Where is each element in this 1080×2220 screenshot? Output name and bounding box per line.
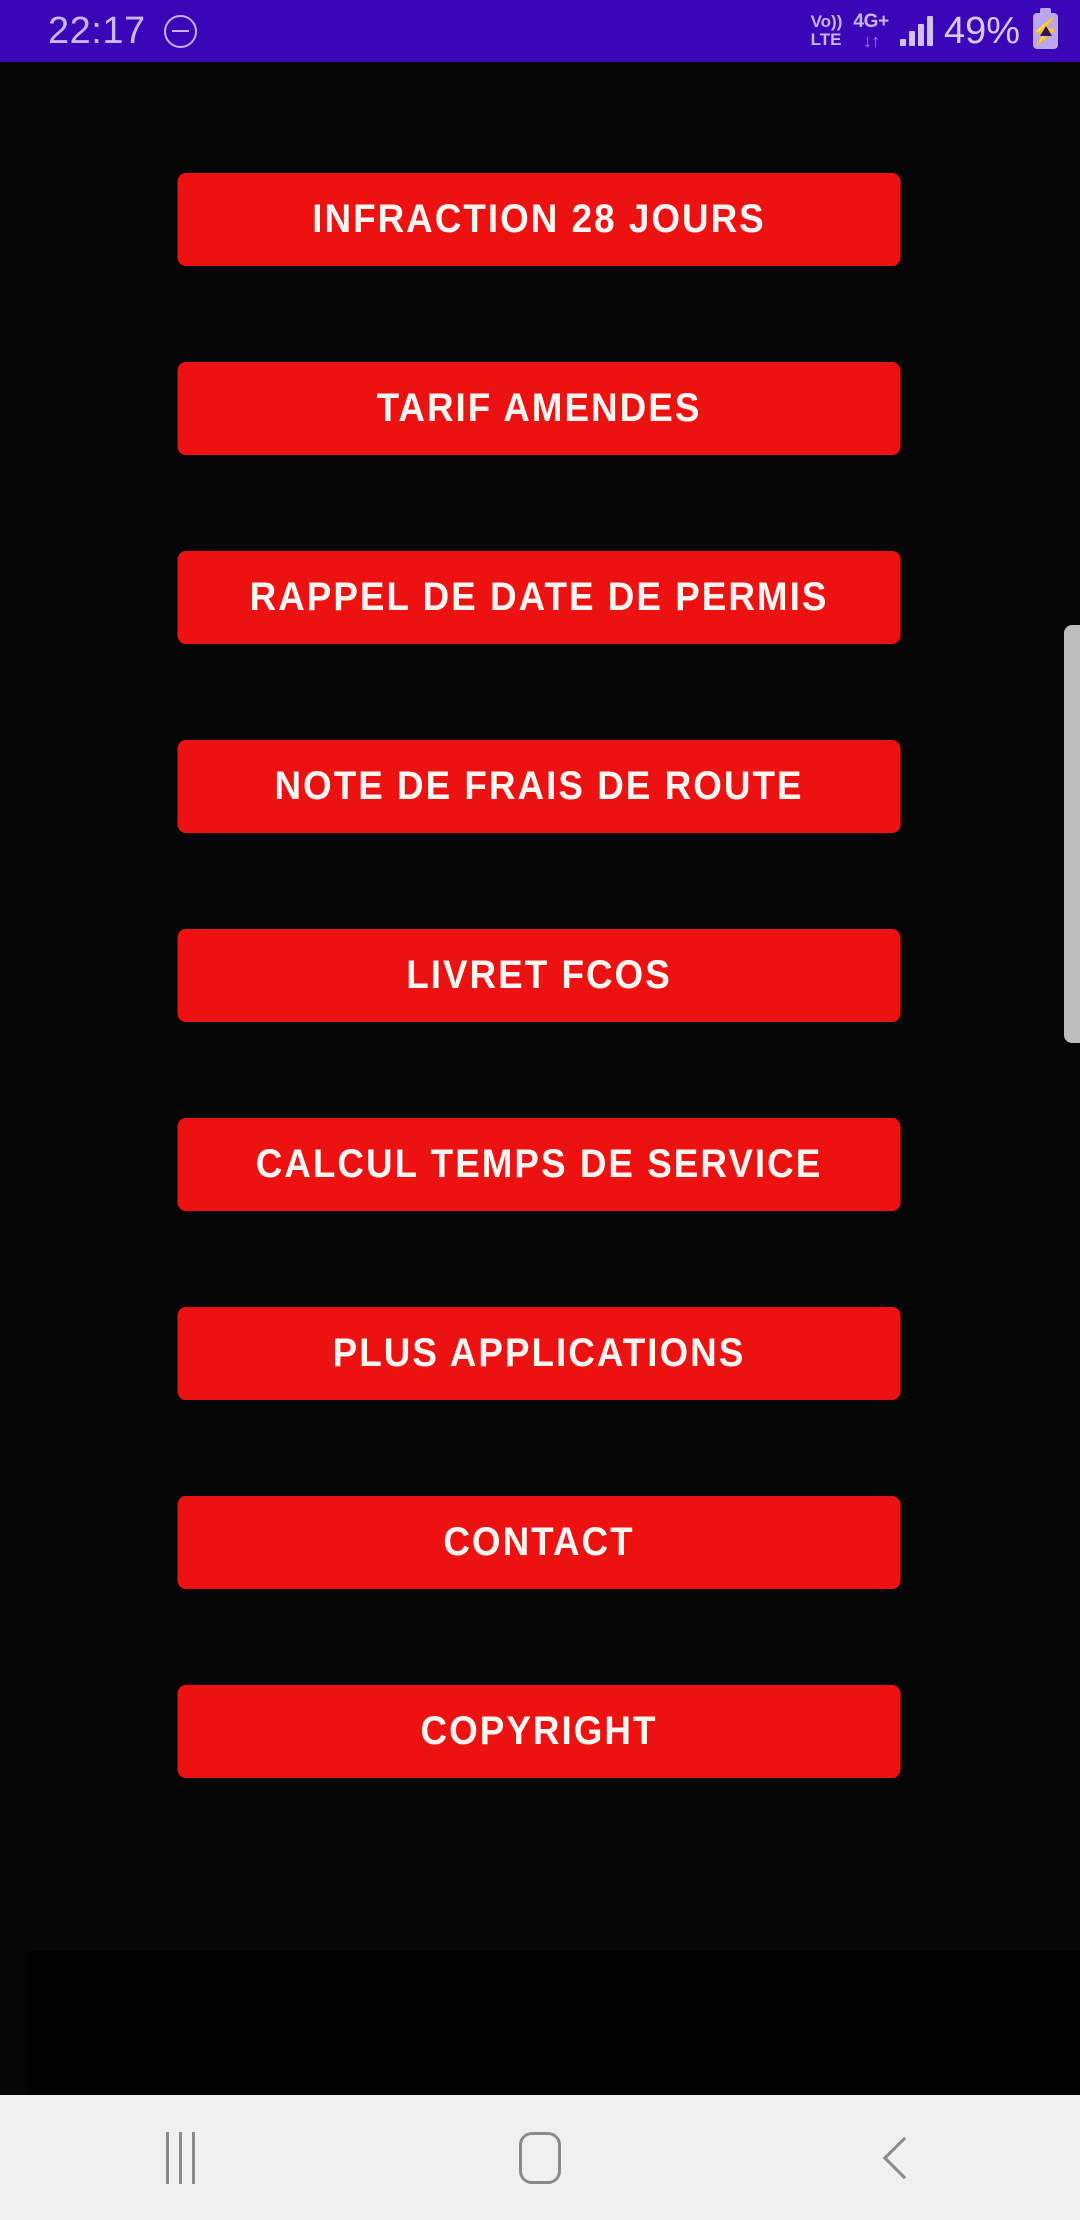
menu-button-livret-fcos[interactable]: LIVRET FCOS <box>177 929 901 1022</box>
menu-button-rappel-de-date-de-permis[interactable]: RAPPEL DE DATE DE PERMIS <box>177 551 901 644</box>
home-icon <box>519 2131 561 2184</box>
network-type-label: 4G+ <box>853 11 889 32</box>
volte-icon: Vo)) LTE <box>811 13 843 49</box>
back-button[interactable] <box>720 2095 1080 2220</box>
navigation-bar <box>0 2095 1080 2220</box>
battery-charging-icon: ⚡ <box>1029 8 1062 49</box>
bolt-glyph: ⚡ <box>1029 16 1062 46</box>
status-bar-right: Vo)) LTE 4G+ ↓↑ 49% ⚡ <box>811 8 1062 53</box>
data-transfer-arrows-icon: ↓↑ <box>863 31 880 51</box>
volte-line-2: LTE <box>810 30 842 49</box>
do-not-disturb-icon <box>163 14 197 48</box>
recents-icon <box>165 2131 195 2184</box>
battery-percent-label: 49% <box>943 9 1020 52</box>
menu-button-list: INFRACTION 28 JOURS TARIF AMENDES RAPPEL… <box>146 173 932 1778</box>
menu-button-plus-applications[interactable]: PLUS APPLICATIONS <box>177 1307 901 1400</box>
signal-bars-icon <box>899 16 933 46</box>
status-bar-clock: 22:17 <box>48 9 146 52</box>
menu-button-contact[interactable]: CONTACT <box>177 1496 901 1589</box>
main-content: INFRACTION 28 JOURS TARIF AMENDES RAPPEL… <box>0 62 1080 2095</box>
network-type-indicator: 4G+ ↓↑ <box>853 12 889 50</box>
home-button[interactable] <box>360 2095 720 2220</box>
menu-button-infraction-28-jours[interactable]: INFRACTION 28 JOURS <box>177 173 901 266</box>
status-bar-left: 22:17 <box>48 10 197 53</box>
volte-line-1: Vo)) <box>810 12 843 31</box>
menu-button-copyright[interactable]: COPYRIGHT <box>177 1685 901 1778</box>
scrollbar-thumb[interactable] <box>1064 625 1080 1043</box>
status-bar: 22:17 Vo)) LTE 4G+ ↓↑ 49% ⚡ <box>0 0 1080 62</box>
scrollbar-track[interactable] <box>1064 62 1080 2095</box>
ad-banner <box>30 1951 1080 2095</box>
phone-screen: 22:17 Vo)) LTE 4G+ ↓↑ 49% ⚡ INFRACTION 2… <box>0 0 1080 2220</box>
menu-button-note-de-frais-de-route[interactable]: NOTE DE FRAIS DE ROUTE <box>177 740 901 833</box>
recents-button[interactable] <box>0 2095 360 2220</box>
menu-button-tarif-amendes[interactable]: TARIF AMENDES <box>177 362 901 455</box>
back-icon <box>882 2136 926 2179</box>
menu-button-calcul-temps-de-service[interactable]: CALCUL TEMPS DE SERVICE <box>177 1118 901 1211</box>
